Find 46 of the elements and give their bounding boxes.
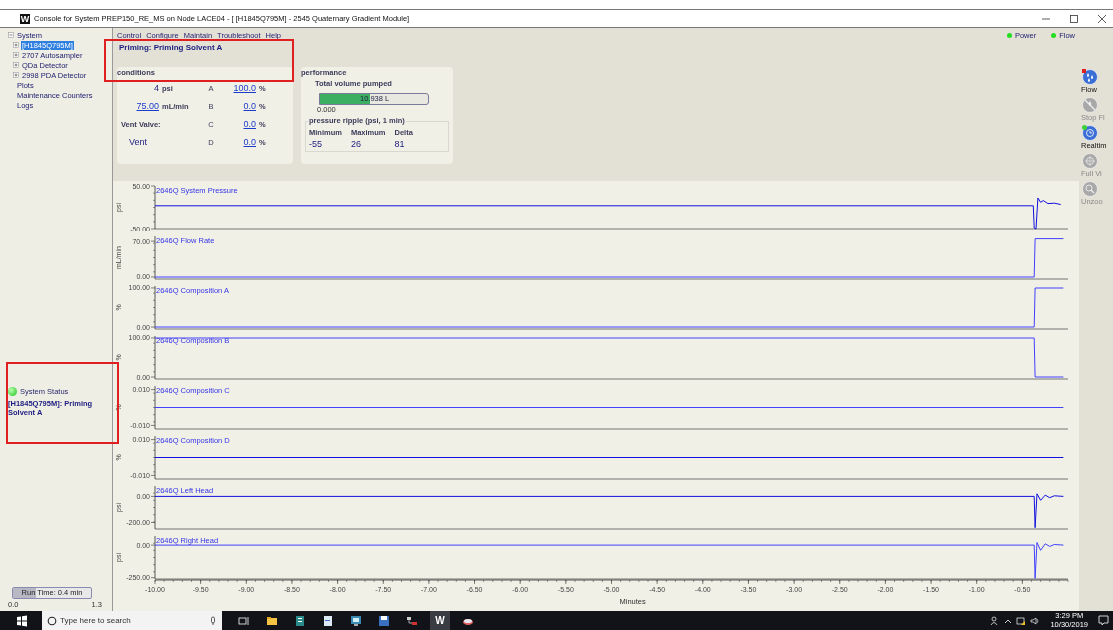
notification-icon[interactable] [1098, 615, 1109, 626]
tree-toggle-icon[interactable] [8, 32, 14, 38]
book-icon [294, 614, 306, 627]
y-axis [150, 185, 156, 230]
y-axis [150, 285, 156, 330]
tree-toggle-icon[interactable] [13, 52, 19, 58]
stat-value: -55 [309, 139, 323, 149]
magnifier-icon [1081, 180, 1098, 197]
priming-heading: Priming: Priming Solvent A [119, 43, 223, 53]
solvent-percent-link[interactable]: 0.0 [224, 119, 256, 129]
y-axis [150, 385, 156, 430]
close-icon[interactable] [1097, 13, 1107, 24]
maximize-icon[interactable] [1069, 13, 1079, 24]
stat-value: 81 [394, 139, 406, 149]
crosshair-icon [1081, 152, 1098, 169]
taskbar-app[interactable]: W [430, 611, 450, 630]
water-drops-icon [1081, 68, 1098, 85]
solvent-percent-link[interactable]: 0.0 [224, 101, 256, 111]
document-icon [322, 614, 334, 627]
folder-icon [266, 614, 278, 627]
y-axis [150, 235, 156, 280]
search-field[interactable]: Type here to search [42, 611, 222, 630]
y-axis [150, 535, 156, 580]
tree-toggle-icon[interactable] [13, 62, 19, 68]
network-icon[interactable] [1016, 615, 1027, 626]
vent-valve-value: Vent [128, 137, 149, 147]
y-axis [150, 335, 156, 380]
windows-logo-icon[interactable] [16, 614, 28, 627]
microphone-icon [209, 615, 217, 626]
search-icon [47, 615, 57, 626]
speaker-icon[interactable] [1030, 615, 1041, 626]
solvent-percent-link[interactable]: 0.0 [224, 137, 256, 147]
solvent-percent-link[interactable]: 100.0 [224, 83, 256, 93]
tree-toggle-icon[interactable] [13, 42, 19, 48]
clock-icon [1081, 124, 1098, 141]
app-logo-icon: W [20, 13, 30, 24]
y-axis [150, 435, 156, 480]
y-axis [150, 485, 156, 530]
reading-value: 4 [153, 83, 159, 93]
setpoint-link[interactable]: 75.00 [121, 101, 159, 111]
no-drops-icon [1081, 96, 1098, 113]
task-view-icon [238, 614, 250, 627]
monitor-icon [350, 614, 362, 627]
network-icon [406, 614, 418, 627]
stat-value: 26 [350, 139, 362, 149]
tree-toggle-icon[interactable] [13, 72, 19, 78]
